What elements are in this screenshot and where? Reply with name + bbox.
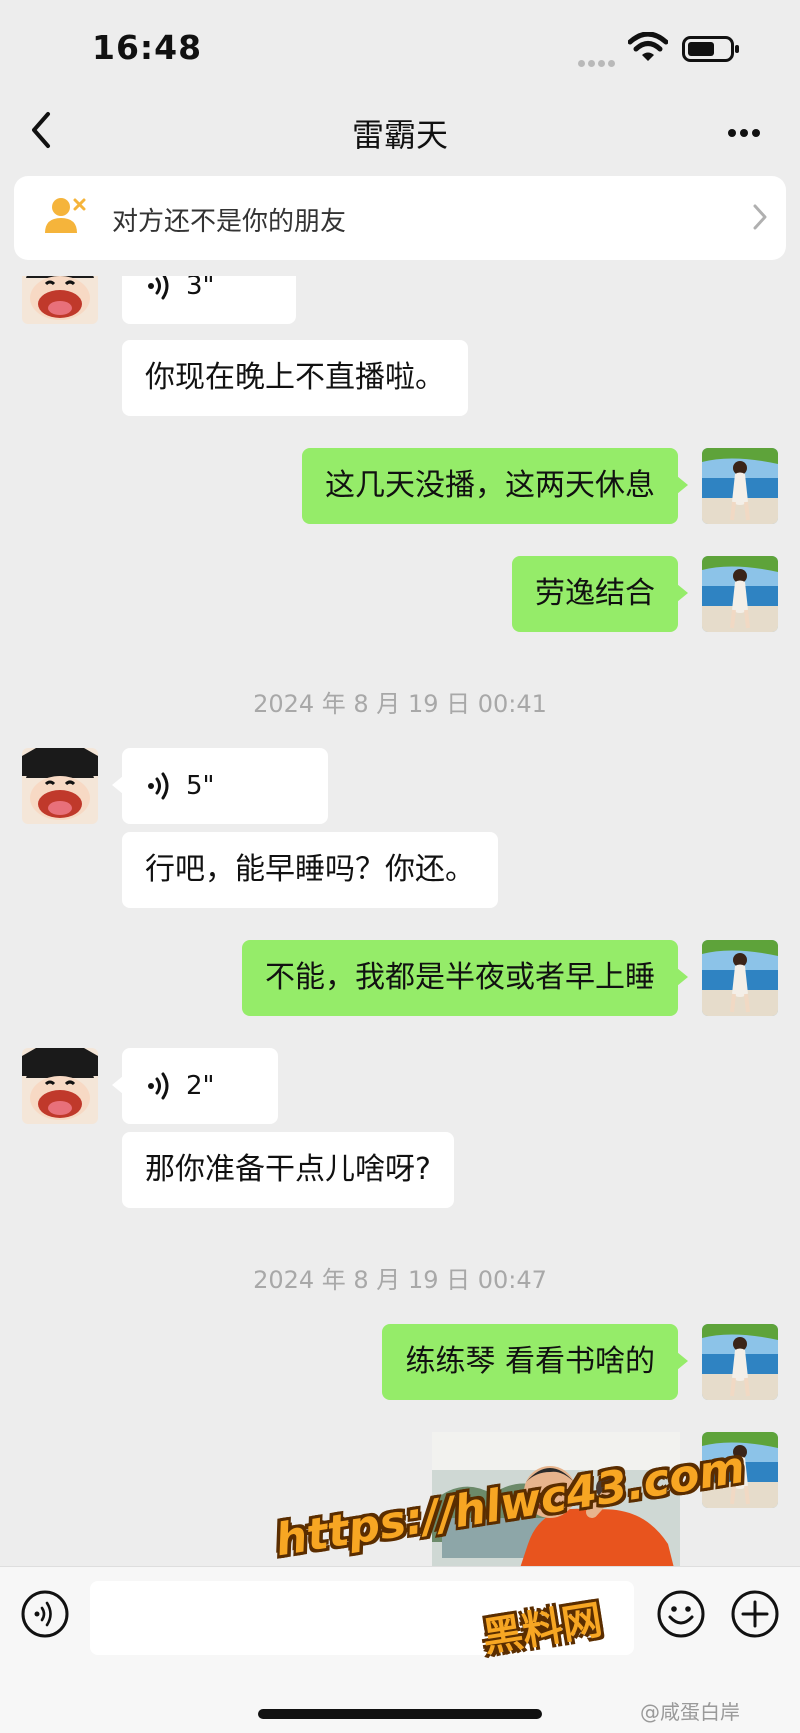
cellular-signal-icon <box>578 52 618 67</box>
contact-avatar[interactable] <box>22 276 98 324</box>
wifi-icon <box>628 32 668 61</box>
battery-icon <box>682 36 739 62</box>
contact-avatar[interactable] <box>22 1048 98 1124</box>
add-friend-icon <box>45 198 86 233</box>
message-timestamp: 2024 年 8 月 19 日 00:47 <box>253 1266 547 1294</box>
voice-message[interactable]: 5" <box>112 748 328 824</box>
my-avatar[interactable] <box>702 448 778 524</box>
voice-wave-icon <box>148 772 169 800</box>
contact-avatar[interactable] <box>22 748 98 824</box>
my-avatar[interactable] <box>702 940 778 1016</box>
plus-icon[interactable] <box>730 1589 780 1639</box>
message-timestamp: 2024 年 8 月 19 日 00:41 <box>253 690 547 718</box>
outgoing-message[interactable]: 练练琴 看看书啥的 <box>382 1324 688 1400</box>
incoming-message[interactable]: 行吧，能早睡吗？你还。 <box>122 832 498 908</box>
home-indicator <box>258 1709 542 1719</box>
status-bar: 16:48 <box>0 0 800 92</box>
voice-input-toggle-icon[interactable] <box>20 1589 70 1639</box>
voice-wave-icon <box>148 276 169 300</box>
incoming-message[interactable]: 你现在晚上不直播啦。 <box>122 340 468 416</box>
chat-header: 雷霸天 <box>0 92 800 172</box>
my-avatar[interactable] <box>702 556 778 632</box>
outgoing-message[interactable]: 不能，我都是半夜或者早上睡 <box>242 940 688 1016</box>
weibo-watermark: @咸蛋白岸 <box>640 1700 740 1724</box>
outgoing-message[interactable]: 劳逸结合 <box>512 556 688 632</box>
voice-wave-icon <box>148 1072 169 1100</box>
chevron-right-icon <box>753 204 767 230</box>
outgoing-message[interactable]: 这几天没播，这两天休息 <box>302 448 688 524</box>
status-time: 16:48 <box>92 28 203 67</box>
incoming-message[interactable]: 那你准备干点儿啥呀? <box>122 1132 454 1208</box>
message-list[interactable]: 3" 你现在晚上不直播啦。 这几天没播，这两天休息 劳逸结合 2024 年 8 … <box>0 276 800 1566</box>
voice-message[interactable]: 3" <box>122 276 296 324</box>
not-friend-banner[interactable]: 对方还不是你的朋友 <box>14 176 786 260</box>
banner-text: 对方还不是你的朋友 <box>112 207 347 237</box>
chat-title: 雷霸天 <box>351 116 448 154</box>
my-avatar[interactable] <box>702 1324 778 1400</box>
voice-message[interactable]: 2" <box>112 1048 278 1124</box>
voice-duration: 5" <box>186 771 215 801</box>
more-options-icon[interactable] <box>728 122 768 137</box>
voice-duration: 2" <box>186 1071 215 1101</box>
emoji-icon[interactable] <box>656 1589 706 1639</box>
voice-duration: 3" <box>186 276 215 301</box>
